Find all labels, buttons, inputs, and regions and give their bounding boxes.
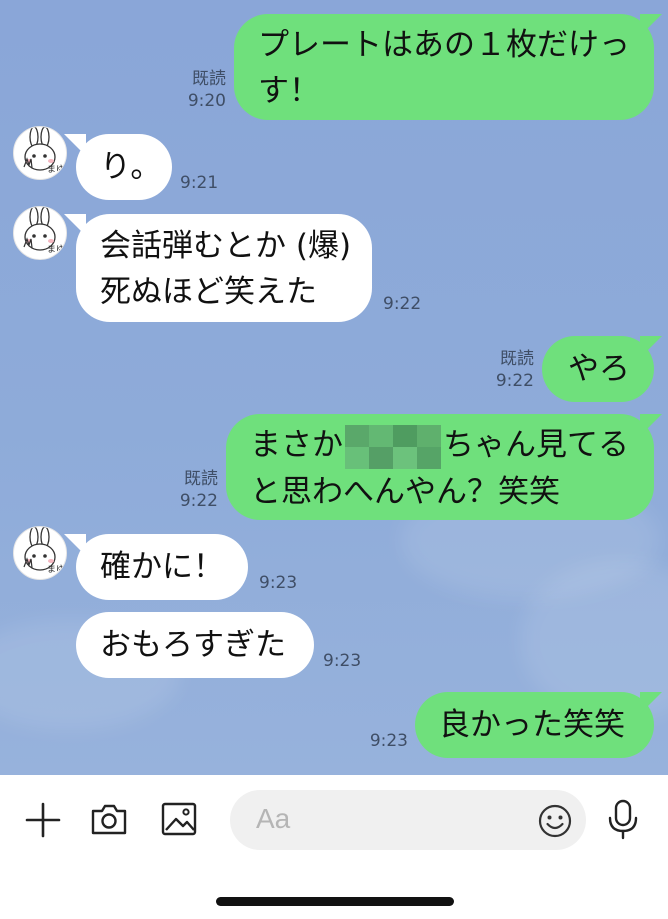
message-bubble-outgoing[interactable]: やろ xyxy=(542,336,654,402)
timestamp: 9:20 xyxy=(187,91,226,111)
plus-icon[interactable] xyxy=(24,801,62,843)
message-text: と思わへんやん？笑笑 xyxy=(250,473,560,510)
message-text: す！ xyxy=(258,73,320,109)
microphone-icon[interactable] xyxy=(605,798,641,844)
message-text: 死ぬほど笑えた xyxy=(100,274,317,310)
read-receipt: 既読 xyxy=(184,469,218,489)
message-input[interactable]: Aa xyxy=(230,790,586,850)
message-text: 確かに！ xyxy=(100,549,224,585)
image-icon[interactable] xyxy=(159,800,199,842)
emoji-icon[interactable] xyxy=(537,803,573,843)
svg-text:まゆ: まゆ xyxy=(47,244,65,255)
avatar[interactable]: まゆ xyxy=(13,206,67,260)
timestamp: 9:23 xyxy=(259,573,298,593)
message-bubble-incoming[interactable]: おもろすぎた xyxy=(76,612,314,678)
message-input-placeholder: Aa xyxy=(256,803,291,834)
timestamp: 9:22 xyxy=(179,491,218,511)
svg-text:まゆ: まゆ xyxy=(47,564,65,575)
bubble-tail xyxy=(640,414,662,436)
svg-text:まゆ: まゆ xyxy=(47,164,65,175)
avatar[interactable]: まゆ xyxy=(13,526,67,580)
message-text: 良かった笑笑 xyxy=(439,707,625,743)
message-bubble-incoming[interactable]: 会話弾むとか (爆) 死ぬほど笑えた xyxy=(76,214,372,322)
message-bubble-outgoing[interactable]: まさか ちゃん見てる と思わへんやん？笑笑 xyxy=(226,414,654,520)
message-meta: 既読 9:22 xyxy=(478,348,534,392)
message-text: やろ xyxy=(568,351,630,387)
message-text: プレートはあの１枚だけっ xyxy=(258,27,630,63)
camera-icon[interactable] xyxy=(89,800,129,842)
timestamp: 9:23 xyxy=(369,731,408,751)
chat-area[interactable]: プレートはあの１枚だけっ す！ 既読 9:20 まゆ り。 9:21 まゆ 会話… xyxy=(0,0,668,775)
bubble-tail xyxy=(640,14,662,36)
message-meta: 既読 9:22 xyxy=(162,468,218,512)
message-line: まさか ちゃん見てる xyxy=(250,422,630,469)
message-composer: Aa xyxy=(0,775,668,919)
timestamp: 9:22 xyxy=(383,294,422,314)
timestamp: 9:21 xyxy=(180,173,219,193)
avatar[interactable]: まゆ xyxy=(13,126,67,180)
read-receipt: 既読 xyxy=(500,349,534,369)
message-text: おもろすぎた xyxy=(100,627,286,663)
read-receipt: 既読 xyxy=(192,69,226,89)
home-indicator[interactable] xyxy=(216,897,454,906)
message-bubble-incoming[interactable]: 確かに！ xyxy=(76,534,248,600)
bubble-tail xyxy=(64,134,86,156)
message-meta: 既読 9:20 xyxy=(170,68,226,112)
bubble-tail xyxy=(64,214,86,236)
message-bubble-outgoing[interactable]: プレートはあの１枚だけっ す！ xyxy=(234,14,654,120)
redacted-name-mosaic xyxy=(345,424,441,469)
message-text: まさか xyxy=(250,427,343,463)
timestamp: 9:22 xyxy=(495,371,534,391)
message-text: 会話弾むとか (爆) xyxy=(100,228,352,264)
timestamp: 9:23 xyxy=(323,651,362,671)
message-bubble-incoming[interactable]: り。 xyxy=(76,134,172,200)
message-bubble-outgoing[interactable]: 良かった笑笑 xyxy=(415,692,654,758)
bunny-avatar-icon: まゆ xyxy=(23,127,65,175)
bunny-avatar-icon: まゆ xyxy=(23,207,65,255)
bunny-avatar-icon: まゆ xyxy=(23,527,65,575)
message-text: り。 xyxy=(100,149,162,185)
message-text: ちゃん見てる xyxy=(443,427,629,463)
